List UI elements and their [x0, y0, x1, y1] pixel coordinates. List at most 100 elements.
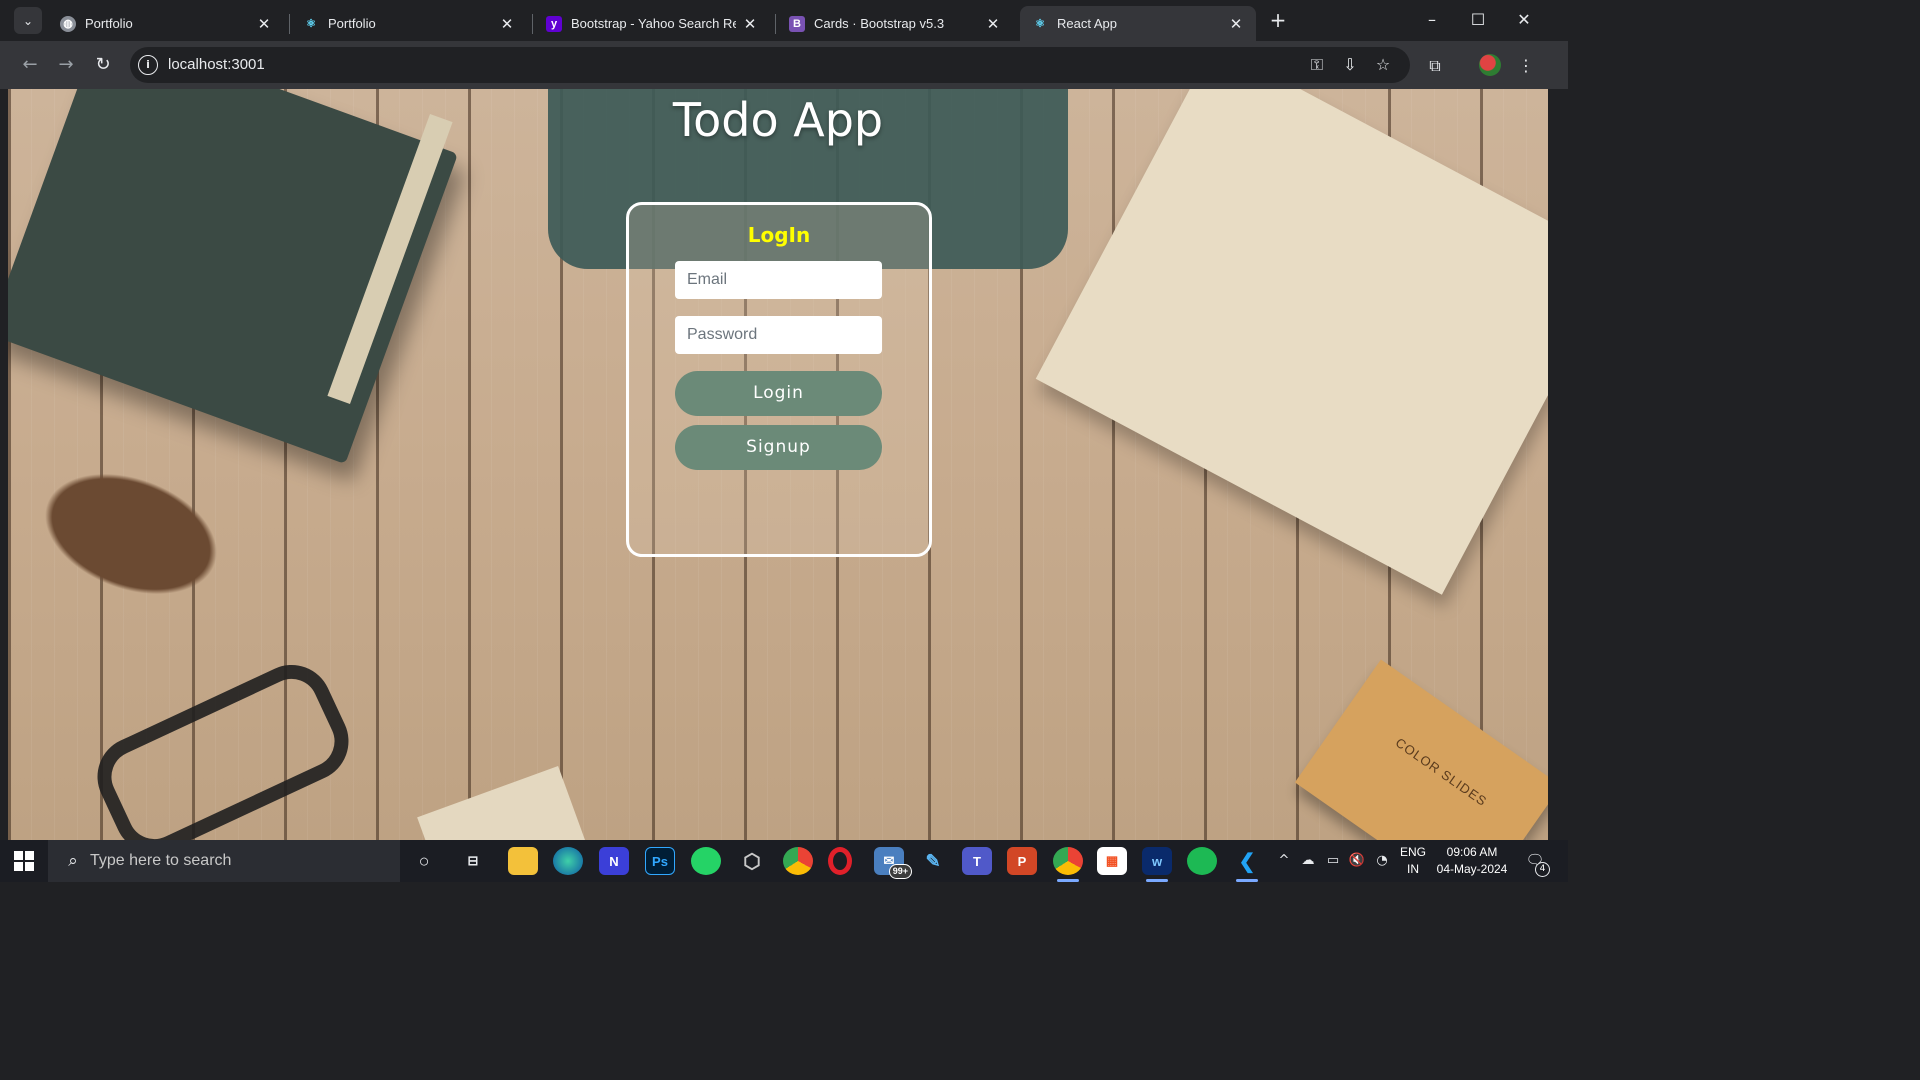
tab-divider	[775, 14, 776, 34]
tab-title: Cards · Bootstrap v5.3	[814, 16, 945, 31]
language-code: ENG	[1399, 845, 1426, 859]
tab-bootstrap-cards[interactable]: B Cards · Bootstrap v5.3 ✕	[777, 6, 1013, 41]
windows-start-icon[interactable]	[14, 851, 34, 871]
region-code: IN	[1407, 862, 1419, 876]
chrome-icon[interactable]	[783, 847, 813, 875]
arrow-right-icon: →	[58, 54, 74, 75]
taskbar-search-box[interactable]: ⌕ Type here to search	[48, 840, 400, 882]
react-icon: ⚛	[306, 18, 316, 30]
speaker-muted-icon[interactable]: 🔇	[1348, 852, 1366, 870]
tab-react-app[interactable]: ⚛ React App ✕	[1020, 6, 1256, 41]
background-paper	[417, 766, 589, 840]
info-icon[interactable]: i	[138, 55, 158, 75]
background-glasses	[84, 651, 362, 840]
profile-avatar[interactable]	[1479, 54, 1501, 76]
tab-title: Portfolio	[85, 16, 133, 31]
vscode-icon[interactable]: ❮	[1232, 847, 1262, 882]
tab-divider	[532, 14, 533, 34]
reload-button[interactable]: ↻	[89, 51, 117, 79]
close-icon[interactable]: ✕	[499, 15, 515, 33]
close-window-button[interactable]: ✕	[1501, 6, 1547, 34]
maximize-button[interactable]: ☐	[1455, 6, 1501, 34]
new-tab-button[interactable]: +	[1266, 8, 1290, 32]
tab-yahoo-search[interactable]: y Bootstrap - Yahoo Search Results ✕	[534, 6, 770, 41]
powerpoint-icon[interactable]: P	[1007, 847, 1037, 875]
login-heading: LogIn	[747, 223, 811, 247]
background-notebook	[1035, 89, 1548, 595]
background-pinecone	[10, 437, 252, 631]
wifi-icon[interactable]: ◔	[1373, 852, 1391, 870]
menu-kebab-icon[interactable]: ⋮	[1515, 55, 1537, 77]
battery-icon[interactable]: ▭	[1324, 852, 1342, 870]
bootstrap-icon: B	[789, 15, 805, 32]
mail-icon[interactable]: ✉ 99+	[874, 847, 912, 879]
browser-tab-strip: ⌄ ◍ Portfolio ✕ ⚛ Portfolio ✕ y Bootstra…	[0, 0, 1568, 41]
chevron-down-icon: ⌄	[22, 13, 34, 28]
login-card: LogIn Login Signup	[626, 202, 932, 557]
maximize-icon: ☐	[1470, 10, 1486, 29]
arrow-left-icon: ←	[22, 54, 38, 75]
browser-toolbar: ← → ↻ i localhost:3001 ⚿ ⇩ ☆ ⧉ ⋮	[0, 41, 1568, 89]
teams-icon[interactable]: T	[962, 847, 992, 875]
app-title: Todo App	[672, 93, 884, 147]
background-slide-box: COLOR SLIDES	[1294, 659, 1548, 840]
chevron-up-icon[interactable]: ^	[1275, 852, 1293, 870]
photoshop-icon[interactable]: Ps	[645, 847, 675, 875]
slide-box-label: COLOR SLIDES	[1392, 734, 1490, 810]
plus-icon: +	[1269, 8, 1287, 32]
minimize-button[interactable]: –	[1409, 6, 1455, 34]
tab-title: React App	[1057, 16, 1117, 31]
close-icon[interactable]: ✕	[1228, 15, 1244, 33]
close-icon[interactable]: ✕	[256, 15, 272, 33]
language-indicator[interactable]: ENG IN	[1398, 844, 1428, 878]
spotify-icon[interactable]	[1187, 847, 1217, 875]
tab-portfolio-2[interactable]: ⚛ Portfolio ✕	[291, 6, 527, 41]
minimize-icon: –	[1428, 10, 1436, 29]
bookmark-star-icon[interactable]: ☆	[1372, 54, 1394, 76]
search-icon: ⌕	[68, 851, 78, 871]
whatsapp-icon[interactable]	[691, 847, 721, 875]
tab-portfolio-1[interactable]: ◍ Portfolio ✕	[48, 6, 284, 41]
task-view-icon[interactable]: ⊟	[458, 847, 488, 875]
webex-icon[interactable]: w	[1142, 847, 1172, 882]
password-key-icon[interactable]: ⚿	[1306, 54, 1328, 76]
opera-icon[interactable]	[828, 847, 852, 875]
windows-taskbar: ⌕ Type here to search ○ ⊟ N Ps ⬡ ✉ 99+ ✎ …	[0, 840, 1568, 882]
close-icon[interactable]: ✕	[742, 15, 758, 33]
search-placeholder: Type here to search	[90, 852, 232, 869]
extensions-icon[interactable]: ⧉	[1424, 55, 1446, 77]
tab-title: Portfolio	[328, 16, 376, 31]
cloud-offline-icon[interactable]: ☁	[1299, 852, 1317, 870]
address-bar[interactable]: i localhost:3001 ⚿ ⇩ ☆	[130, 47, 1410, 83]
globe-icon: ◍	[60, 15, 76, 32]
tab-title: Bootstrap - Yahoo Search Results	[571, 16, 736, 31]
clock[interactable]: 09:06 AM 04-May-2024	[1432, 844, 1512, 878]
store-icon[interactable]: ▦	[1097, 847, 1127, 875]
clock-time: 09:06 AM	[1446, 845, 1498, 859]
notification-count-badge: 4	[1535, 862, 1550, 877]
signup-button[interactable]: Signup	[675, 425, 882, 470]
page-viewport: COLOR SLIDES Todo App LogIn Login Signup	[8, 89, 1548, 840]
brush-app-icon[interactable]: ✎	[918, 847, 948, 875]
password-field[interactable]	[675, 316, 882, 354]
chrome-active-icon[interactable]	[1053, 847, 1083, 882]
forward-button[interactable]: →	[52, 51, 80, 79]
react-icon: ⚛	[1035, 18, 1045, 30]
login-button[interactable]: Login	[675, 371, 882, 416]
tab-divider	[289, 14, 290, 34]
yahoo-icon: y	[546, 15, 562, 32]
cortana-icon[interactable]: ○	[409, 847, 439, 875]
back-button[interactable]: ←	[16, 51, 44, 79]
install-app-icon[interactable]: ⇩	[1339, 54, 1361, 76]
edge-icon[interactable]	[553, 847, 583, 875]
close-icon: ✕	[1517, 10, 1531, 29]
app-n-icon[interactable]: N	[599, 847, 629, 875]
email-field[interactable]	[675, 261, 882, 299]
url-text[interactable]: localhost:3001	[168, 56, 265, 73]
clock-date: 04-May-2024	[1436, 862, 1508, 876]
hexagon-app-icon[interactable]: ⬡	[737, 847, 767, 875]
close-icon[interactable]: ✕	[985, 15, 1001, 33]
file-explorer-icon[interactable]	[508, 847, 538, 875]
reload-icon: ↻	[95, 54, 111, 75]
tab-search-button[interactable]: ⌄	[14, 7, 42, 34]
